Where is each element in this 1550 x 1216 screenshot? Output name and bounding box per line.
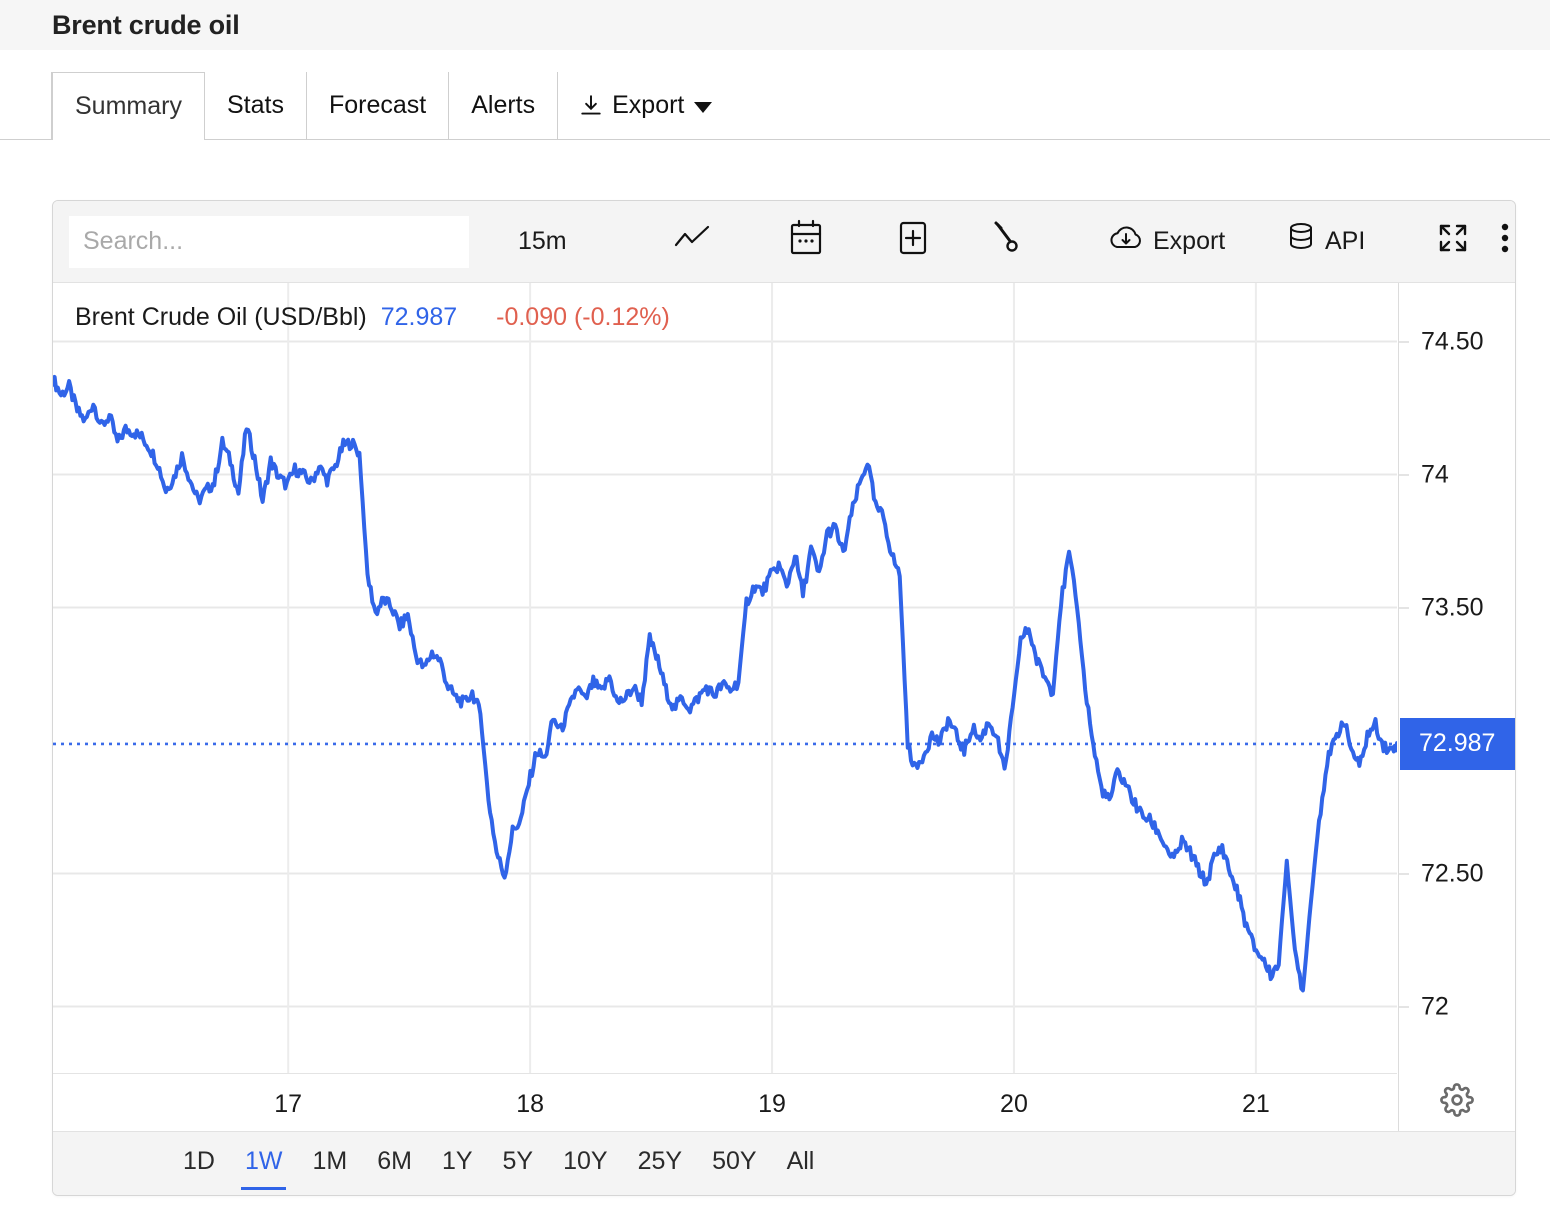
add-indicator-button[interactable] [885,216,941,268]
series-last-price: 72.987 [380,303,458,331]
gear-icon [1440,1082,1474,1122]
x-axis-label: 19 [758,1090,786,1118]
chart-area[interactable]: Brent Crude Oil (USD/Bbl) 72.987 -0.090 … [53,283,1515,1131]
x-axis-label: 20 [1000,1090,1028,1118]
page-title: Brent crude oil [52,9,240,40]
chart-widget: 15m [52,200,1516,1196]
y-axis-label: 73.50 [1421,593,1484,621]
plot-canvas[interactable] [53,283,1397,1073]
y-tick-mark [1399,607,1409,608]
search-input[interactable] [69,215,469,268]
tab-summary-label: Summary [75,92,182,120]
interval-button[interactable]: 15m [518,216,567,268]
y-tick-mark [1399,873,1409,874]
tab-forecast[interactable]: Forecast [306,72,450,140]
x-axis-label: 21 [1241,1090,1270,1118]
series-header: Brent Crude Oil (USD/Bbl) 72.987 -0.090 … [75,303,670,332]
wrench-icon [988,219,1024,264]
chevron-down-icon [694,102,713,113]
tab-left-spacer [0,72,52,140]
y-tick-mark [1399,1006,1409,1007]
tab-right-filler [734,72,1550,140]
price-line-chart [53,283,1397,1073]
y-axis-label: 72.50 [1421,859,1484,887]
tab-alerts[interactable]: Alerts [449,72,559,140]
tab-stats-label: Stats [226,91,284,119]
y-axis-label: 74 [1421,460,1449,488]
range-option-1y[interactable]: 1Y [442,1147,473,1180]
y-tick-mark [1399,341,1409,343]
calendar-button[interactable] [778,216,834,268]
current-price-value: 72.987 [1419,729,1496,758]
fullscreen-icon [1434,219,1472,264]
fullscreen-button[interactable] [1425,216,1481,268]
range-selector: 1D 1W 1M 6M 1Y 5Y 10Y 25Y 50Y All [53,1131,1515,1195]
chart-toolbar: 15m [53,201,1515,283]
range-option-1d[interactable]: 1D [183,1147,215,1180]
tab-bar: Summary Stats Forecast Alerts Export [0,50,1550,140]
download-icon [578,93,604,119]
page-header: Brent crude oil [0,0,1550,50]
line-chart-icon [673,223,713,260]
tab-export[interactable]: Export [558,72,735,140]
y-axis-label: 72 [1421,992,1449,1020]
chart-type-button[interactable] [665,216,721,268]
range-option-10y[interactable]: 10Y [563,1147,607,1180]
tools-button[interactable] [978,216,1034,268]
range-option-1m[interactable]: 1M [312,1147,347,1180]
tab-alerts-label: Alerts [471,91,536,119]
tab-summary[interactable]: Summary [52,72,205,140]
range-option-50y[interactable]: 50Y [712,1147,756,1180]
y-axis[interactable]: 74.50 74 73.50 72.50 72 72.987 [1398,283,1515,1073]
more-menu-button[interactable] [1485,216,1515,268]
series-name: Brent Crude Oil (USD/Bbl) [75,303,367,331]
calendar-icon [788,219,824,264]
more-vertical-icon [1500,221,1510,262]
plus-box-icon [896,219,930,264]
api-label: API [1325,227,1366,255]
range-option-5y[interactable]: 5Y [503,1147,534,1180]
range-option-6m[interactable]: 6M [377,1147,412,1180]
tab-export-label: Export [612,91,685,119]
tab-stats[interactable]: Stats [204,72,307,140]
interval-label: 15m [518,227,567,255]
cloud-download-icon [1108,223,1144,260]
x-axis-label: 18 [516,1090,545,1118]
x-axis: 17 18 19 20 21 [53,1073,1397,1131]
x-axis-label: 17 [274,1090,303,1118]
y-tick-mark [1399,474,1409,475]
current-price-badge: 72.987 [1400,717,1515,770]
database-icon [1286,221,1316,262]
range-option-all[interactable]: All [787,1147,815,1180]
api-button[interactable]: API [1286,216,1365,268]
export-label: Export [1153,227,1226,255]
export-button[interactable]: Export [1108,216,1225,268]
tab-forecast-label: Forecast [328,91,427,119]
chart-settings-button[interactable] [1398,1073,1515,1131]
y-axis-label: 74.50 [1421,327,1484,356]
series-change: -0.090 (-0.12%) [496,303,670,331]
range-option-25y[interactable]: 25Y [638,1147,682,1180]
range-option-1w[interactable]: 1W [241,1147,286,1190]
